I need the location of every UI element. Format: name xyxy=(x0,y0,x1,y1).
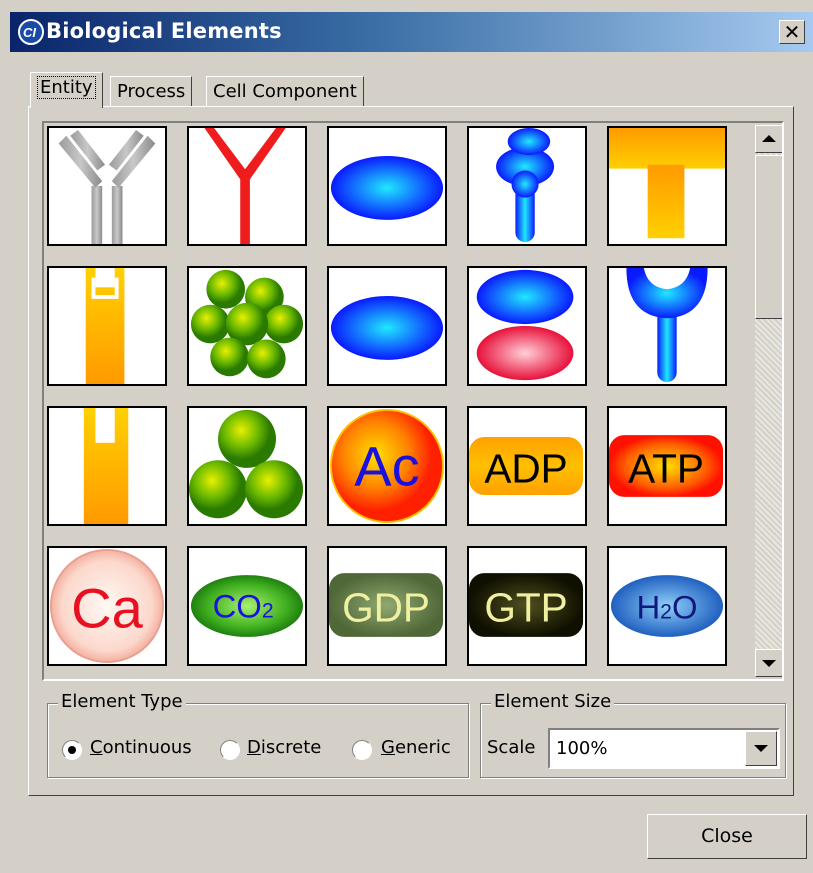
green-trimer-icon xyxy=(189,409,304,519)
element-tile[interactable]: GDP xyxy=(327,546,447,666)
element-tile[interactable] xyxy=(187,266,307,386)
tab-entity[interactable]: Entity xyxy=(30,72,103,108)
element-tile[interactable]: ADP xyxy=(467,406,587,526)
tab-label: Entity xyxy=(37,76,96,99)
gdp-icon: GDP xyxy=(329,573,444,637)
discrete-radio[interactable] xyxy=(220,740,240,760)
element-type-legend: Element Type xyxy=(58,691,186,712)
co2-icon: CO2 xyxy=(190,575,304,637)
orange-t-icon xyxy=(609,128,725,239)
scale-select[interactable]: 100% xyxy=(548,728,780,769)
scroll-thumb[interactable] xyxy=(755,155,782,319)
green-cluster-icon xyxy=(190,269,304,379)
element-tile[interactable]: Ac xyxy=(327,406,447,526)
scale-dropdown-button[interactable] xyxy=(745,731,777,766)
scroll-up-button[interactable] xyxy=(755,125,782,153)
blue-red-dimer-icon xyxy=(476,269,574,381)
element-tile[interactable] xyxy=(47,266,167,386)
discrete-label[interactable]: Discrete xyxy=(247,737,321,758)
element-size-legend: Element Size xyxy=(491,691,615,712)
element-tile[interactable] xyxy=(47,406,167,526)
tab-label: Cell Component xyxy=(213,81,357,102)
scroll-down-button[interactable] xyxy=(755,649,782,677)
chevron-down-icon xyxy=(754,745,768,752)
tab-cell-component[interactable]: Cell Component xyxy=(206,76,364,107)
element-type-group: Element Type Continuous Discrete Generic xyxy=(47,691,469,778)
arrow-down-icon xyxy=(762,660,776,667)
element-tile[interactable]: ATP xyxy=(607,406,727,526)
element-tile[interactable] xyxy=(467,126,587,246)
element-tile[interactable] xyxy=(607,126,727,246)
vertical-scrollbar[interactable] xyxy=(755,125,782,677)
element-tile[interactable] xyxy=(47,126,167,246)
tab-process[interactable]: Process xyxy=(110,76,193,107)
element-tile[interactable] xyxy=(187,406,307,526)
element-tile[interactable] xyxy=(187,126,307,246)
arrow-up-icon xyxy=(762,135,776,142)
element-tile[interactable] xyxy=(327,266,447,386)
scale-value: 100% xyxy=(556,738,608,759)
svg-text:Ac: Ac xyxy=(354,434,419,497)
element-tile[interactable] xyxy=(467,266,587,386)
ca-icon: Ca xyxy=(49,548,165,664)
adp-icon: ADP xyxy=(469,437,584,495)
svg-text:ADP: ADP xyxy=(484,445,567,491)
element-tile[interactable]: CO2 xyxy=(187,546,307,666)
blue-stacked-protein-icon xyxy=(496,128,555,243)
element-grid: Ac ADP ATP Ca CO2 GDP GTP H2O xyxy=(42,121,784,681)
orange-channel-slot-icon xyxy=(83,408,129,524)
element-tile[interactable] xyxy=(327,126,447,246)
element-tile[interactable] xyxy=(607,266,727,386)
title-bar: CI Biological Elements ✕ xyxy=(10,12,813,52)
svg-text:GTP: GTP xyxy=(484,584,567,630)
generic-label[interactable]: Generic xyxy=(381,737,451,758)
svg-text:GDP: GDP xyxy=(342,584,430,630)
gtp-icon: GTP xyxy=(469,573,584,637)
h2o-icon: H2O xyxy=(610,575,724,637)
orange-channel-notch-icon xyxy=(85,268,125,384)
close-icon: ✕ xyxy=(783,20,801,44)
generic-radio[interactable] xyxy=(352,740,372,760)
gray-antibody-icon xyxy=(58,129,156,244)
atp-icon: ATP xyxy=(609,435,724,497)
red-receptor-y-icon xyxy=(204,128,286,244)
close-button[interactable]: Close xyxy=(647,814,807,859)
continuous-radio[interactable] xyxy=(62,740,82,760)
continuous-label[interactable]: Continuous xyxy=(90,737,192,758)
element-size-group: Element Size Scale 100% xyxy=(480,691,786,778)
element-tile[interactable]: H2O xyxy=(607,546,727,666)
svg-text:CI: CI xyxy=(23,25,36,40)
blue-ellipse-icon xyxy=(330,156,444,220)
tab-label: Process xyxy=(117,81,186,102)
svg-text:ATP: ATP xyxy=(628,445,704,491)
svg-text:Ca: Ca xyxy=(71,576,143,639)
blue-ellipse-2-icon xyxy=(330,296,444,360)
scale-label: Scale xyxy=(487,737,536,758)
blue-cup-receptor-icon xyxy=(626,268,708,383)
ac-icon: Ac xyxy=(329,408,445,524)
window-title: Biological Elements xyxy=(46,19,282,43)
element-tile[interactable]: GTP xyxy=(467,546,587,666)
close-window-button[interactable]: ✕ xyxy=(779,20,805,44)
element-tile[interactable]: Ca xyxy=(47,546,167,666)
app-icon: CI xyxy=(18,19,44,45)
